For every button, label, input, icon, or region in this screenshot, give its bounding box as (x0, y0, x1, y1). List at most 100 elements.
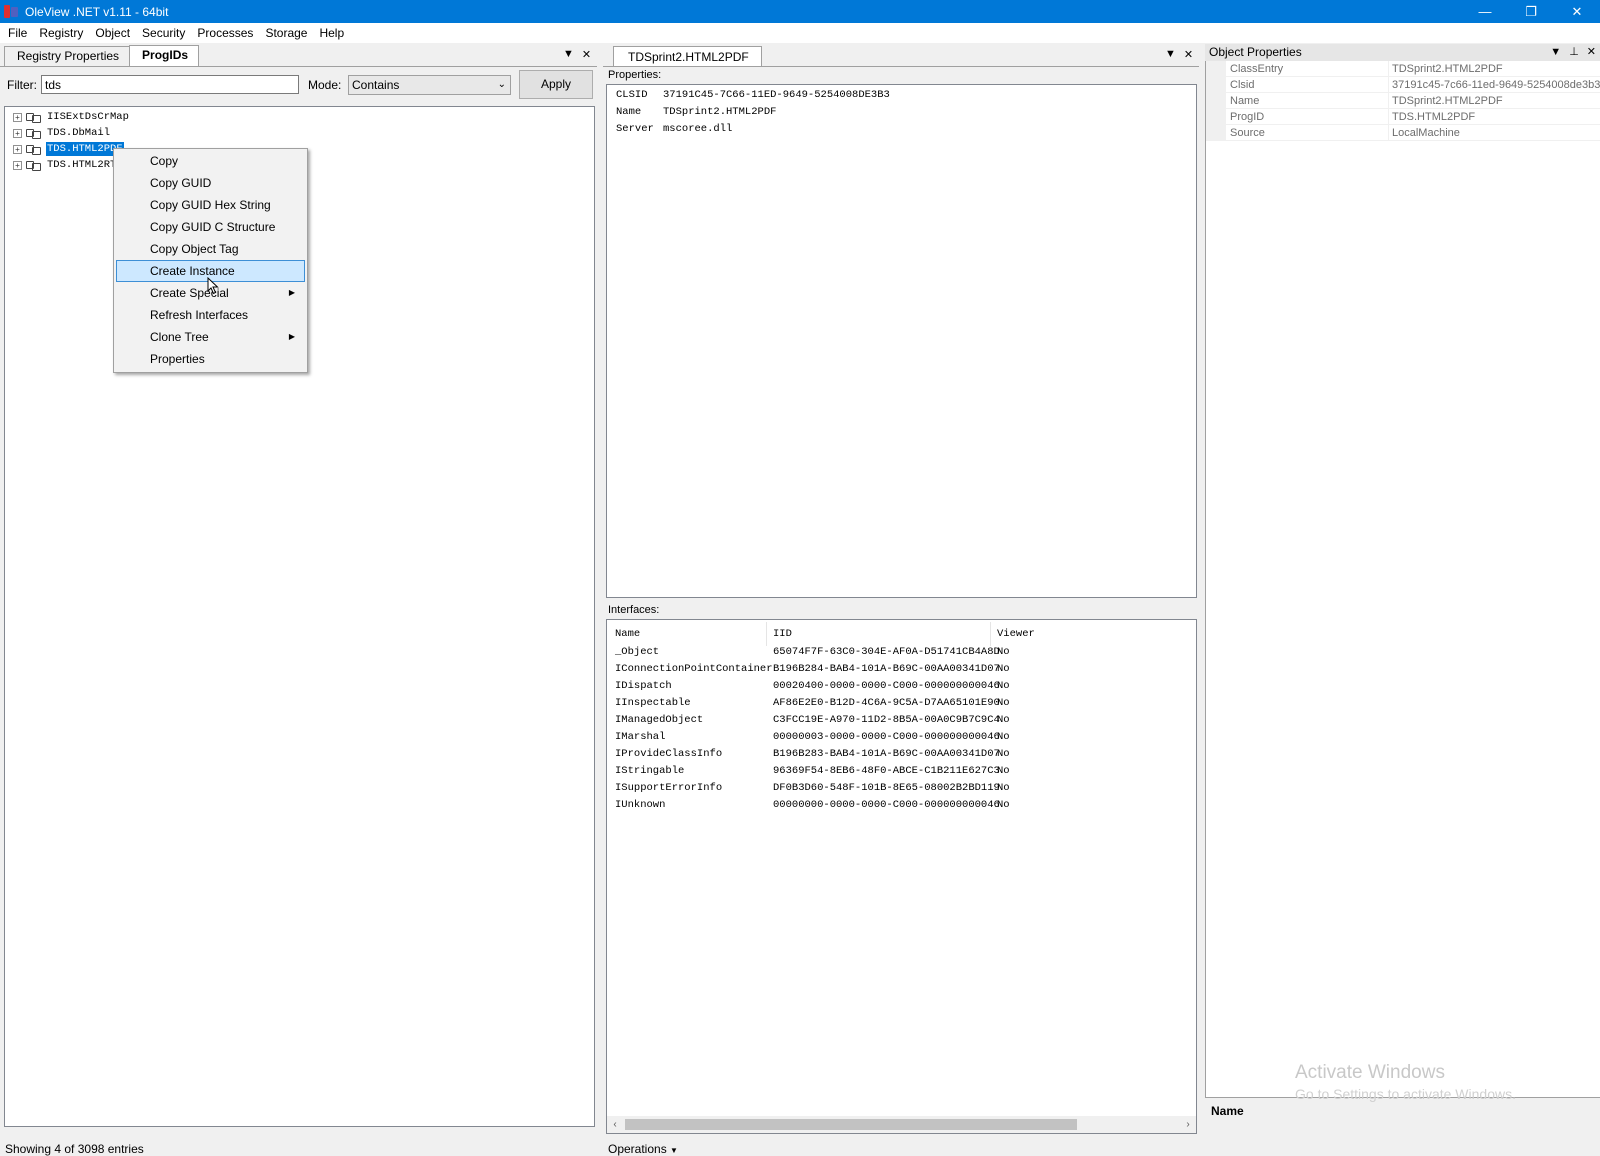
tree-item[interactable]: + TDS.HTML2RTF (13, 157, 124, 173)
filter-input[interactable] (41, 75, 299, 94)
grid-row[interactable]: Source LocalMachine (1206, 125, 1600, 141)
pin-icon[interactable]: ⊥ (1569, 44, 1579, 61)
grid-row[interactable]: Clsid 37191c45-7c66-11ed-9649-5254008de3… (1206, 77, 1600, 93)
close-pane-icon[interactable]: ✕ (1184, 48, 1193, 61)
close-window-button[interactable]: ✕ (1554, 0, 1600, 23)
scroll-right-icon[interactable]: › (1180, 1116, 1196, 1133)
interface-name: IDispatch (615, 680, 672, 692)
menu-file[interactable]: File (2, 23, 33, 43)
tab-progids[interactable]: ProgIDs (129, 45, 200, 66)
interface-iid: 00000000-0000-0000-C000-000000000046 (773, 799, 1000, 811)
grid-row[interactable]: Name TDSprint2.HTML2PDF (1206, 93, 1600, 109)
menu-security[interactable]: Security (136, 23, 191, 43)
menu-item-label: Copy Object Tag (150, 242, 239, 256)
property-description: Name (1205, 1097, 1600, 1156)
expand-icon[interactable]: + (13, 160, 22, 170)
left-pane-controls: ▼ ✕ (563, 48, 591, 61)
properties-list[interactable]: CLSID 37191C45-7C66-11ED-9649-5254008DE3… (606, 84, 1197, 598)
menu-storage[interactable]: Storage (259, 23, 313, 43)
table-row[interactable]: ISupportErrorInfo DF0B3D60-548F-101B-8E65… (607, 780, 1196, 797)
interface-viewer: No (997, 646, 1010, 658)
table-row[interactable]: IConnectionPointContainer B196B284-BAB4-1… (607, 661, 1196, 678)
menu-item-refresh-interfaces[interactable]: Refresh Interfaces (116, 304, 305, 326)
table-row[interactable]: IProvideClassInfo B196B283-BAB4-101A-B69C… (607, 746, 1196, 763)
dropdown-icon[interactable]: ▼ (1550, 44, 1561, 61)
table-row[interactable]: IMarshal 00000003-0000-0000-C000-00000000… (607, 729, 1196, 746)
minimize-button[interactable]: — (1462, 0, 1508, 23)
scroll-left-icon[interactable]: ‹ (607, 1116, 623, 1133)
table-row[interactable]: IDispatch 00020400-0000-0000-C000-0000000… (607, 678, 1196, 695)
menu-item-copy-guid[interactable]: Copy GUID (116, 172, 305, 194)
table-row[interactable]: IInspectable AF86E2E0-B12D-4C6A-9C5A-D7AA… (607, 695, 1196, 712)
tree-item[interactable]: + TDS.DbMail (13, 125, 111, 141)
grid-row[interactable]: ClassEntry TDSprint2.HTML2PDF (1206, 61, 1600, 77)
grid-row[interactable]: ProgID TDS.HTML2PDF (1206, 109, 1600, 125)
menu-item-copy-object-tag[interactable]: Copy Object Tag (116, 238, 305, 260)
tree-item-label: TDS.HTML2PDF (46, 142, 124, 156)
tab-object[interactable]: TDSprint2.HTML2PDF (613, 46, 762, 67)
com-object-icon (26, 127, 41, 139)
expand-icon[interactable]: + (13, 144, 22, 154)
menu-item-clone-tree[interactable]: Clone Tree ▶ (116, 326, 305, 348)
interface-name: _Object (615, 646, 660, 658)
object-properties-header: Object Properties ▼ ⊥ ✕ (1205, 44, 1600, 61)
table-row[interactable]: IUnknown 00000000-0000-0000-C000-00000000… (607, 797, 1196, 814)
close-pane-icon[interactable]: ✕ (1587, 44, 1596, 61)
expand-icon[interactable]: + (13, 128, 22, 138)
expand-icon[interactable]: + (13, 112, 22, 122)
property-grid[interactable]: ClassEntry TDSprint2.HTML2PDF Clsid 3719… (1205, 61, 1600, 1141)
table-row[interactable]: _Object 65074F7F-63C0-304E-AF0A-D51741CB4… (607, 644, 1196, 661)
interface-name: IConnectionPointContainer (615, 663, 773, 675)
tab-divider (603, 66, 1199, 67)
menu-item-label: Copy (150, 154, 179, 168)
restore-button[interactable]: ❐ (1508, 0, 1554, 23)
menu-item-copy[interactable]: Copy (116, 150, 305, 172)
interfaces-label: Interfaces: (608, 604, 660, 616)
scroll-thumb[interactable] (625, 1119, 1077, 1130)
property-row: Server mscoree.dll (616, 123, 732, 135)
table-row[interactable]: IStringable 96369F54-8EB6-48F0-ABCE-C1B21… (607, 763, 1196, 780)
close-pane-icon[interactable]: ✕ (582, 48, 591, 61)
property-key: CLSID (616, 89, 648, 101)
menu-help[interactable]: Help (313, 23, 350, 43)
menu-item-copy-guid-hex-string[interactable]: Copy GUID Hex String (116, 194, 305, 216)
menu-object[interactable]: Object (89, 23, 136, 43)
mode-label: Mode: (308, 78, 342, 92)
menu-item-label: Copy GUID (150, 176, 212, 190)
dropdown-icon[interactable]: ▼ (563, 48, 574, 61)
column-separator[interactable] (766, 622, 767, 646)
row-gutter (1206, 77, 1226, 93)
interface-iid: 96369F54-8EB6-48F0-ABCE-C1B211E627C3 (773, 765, 1000, 777)
menu-processes[interactable]: Processes (191, 23, 259, 43)
column-separator[interactable] (990, 622, 991, 646)
mid-pane-controls: ▼ ✕ (1165, 48, 1193, 61)
table-row[interactable]: IManagedObject C3FCC19E-A970-11D2-8B5A-00… (607, 712, 1196, 729)
column-header-name[interactable]: Name (615, 628, 640, 640)
operations-menu[interactable]: Operations ▼ (608, 1142, 678, 1156)
caret-down-icon: ▼ (670, 1146, 678, 1155)
grid-key: Name (1230, 95, 1260, 107)
row-gutter (1206, 61, 1226, 77)
grid-value: TDSprint2.HTML2PDF (1392, 95, 1503, 107)
interface-viewer: No (997, 714, 1010, 726)
horizontal-scrollbar[interactable]: ‹ › (607, 1116, 1196, 1133)
menu-item-properties[interactable]: Properties (116, 348, 305, 370)
dropdown-icon[interactable]: ▼ (1165, 48, 1176, 61)
row-gutter (1206, 125, 1226, 141)
column-header-viewer[interactable]: Viewer (997, 628, 1035, 640)
column-header-iid[interactable]: IID (773, 628, 792, 640)
interfaces-table[interactable]: Name IID Viewer _Object 65074F7F-63C0-304… (606, 619, 1197, 1134)
pane-title: Object Properties (1209, 45, 1302, 59)
tree-item-selected[interactable]: + TDS.HTML2PDF (13, 141, 124, 157)
tree-item[interactable]: + IISExtDsCrMap (13, 109, 130, 125)
property-row: CLSID 37191C45-7C66-11ED-9649-5254008DE3… (616, 89, 890, 101)
menu-registry[interactable]: Registry (33, 23, 89, 43)
menu-item-copy-guid-c-structure[interactable]: Copy GUID C Structure (116, 216, 305, 238)
apply-button[interactable]: Apply (519, 70, 593, 99)
menu-item-label: Refresh Interfaces (150, 308, 249, 322)
mode-select[interactable]: Contains ⌄ (348, 75, 511, 95)
tab-registry-properties[interactable]: Registry Properties (4, 46, 131, 66)
interface-iid: C3FCC19E-A970-11D2-8B5A-00A0C9B7C9C4 (773, 714, 1000, 726)
activation-watermark: Activate Windows (1295, 1062, 1445, 1083)
grid-value: 37191c45-7c66-11ed-9649-5254008de3b3 (1392, 79, 1600, 91)
